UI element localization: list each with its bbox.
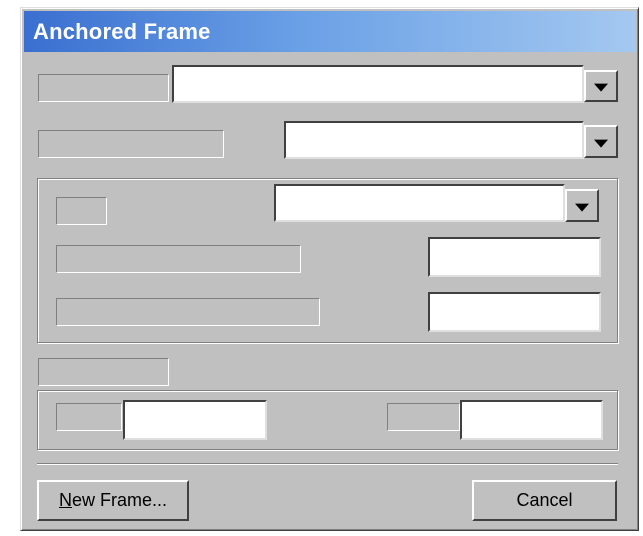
top-combo-dropdown-button[interactable] — [584, 70, 618, 102]
label-placeholder-1 — [38, 74, 169, 102]
new-frame-button[interactable]: New Frame... — [37, 480, 189, 521]
group-text-field-2[interactable] — [428, 292, 601, 332]
group-text-field-1[interactable] — [428, 237, 601, 277]
group-combo-field[interactable] — [274, 184, 565, 222]
bottom-right-field[interactable] — [460, 400, 603, 440]
bottom-left-field[interactable] — [123, 400, 267, 440]
label-placeholder-3 — [56, 197, 107, 225]
title-bar: Anchored Frame — [24, 11, 635, 52]
chevron-down-icon — [594, 139, 608, 148]
cancel-label: Cancel — [516, 490, 573, 510]
cancel-button[interactable]: Cancel — [472, 480, 617, 521]
label-placeholder-8 — [387, 403, 460, 431]
group-combo-dropdown-button[interactable] — [565, 189, 599, 222]
chevron-down-icon — [575, 203, 589, 212]
new-frame-label: ew Frame... — [71, 490, 168, 510]
second-combo-dropdown-button[interactable] — [584, 125, 618, 158]
anchored-frame-dialog: Anchored Frame New Frame... Cancel — [20, 7, 639, 531]
label-placeholder-2 — [38, 130, 224, 158]
label-placeholder-7 — [56, 403, 122, 431]
chevron-down-icon — [594, 83, 608, 92]
label-placeholder-6 — [38, 358, 169, 386]
label-placeholder-4 — [56, 245, 301, 273]
divider-line — [37, 463, 618, 465]
dialog-title: Anchored Frame — [33, 19, 211, 44]
new-frame-mnemonic: N — [58, 490, 72, 510]
label-placeholder-5 — [56, 298, 320, 326]
second-combo-field[interactable] — [284, 121, 584, 159]
top-combo-field[interactable] — [172, 65, 584, 103]
